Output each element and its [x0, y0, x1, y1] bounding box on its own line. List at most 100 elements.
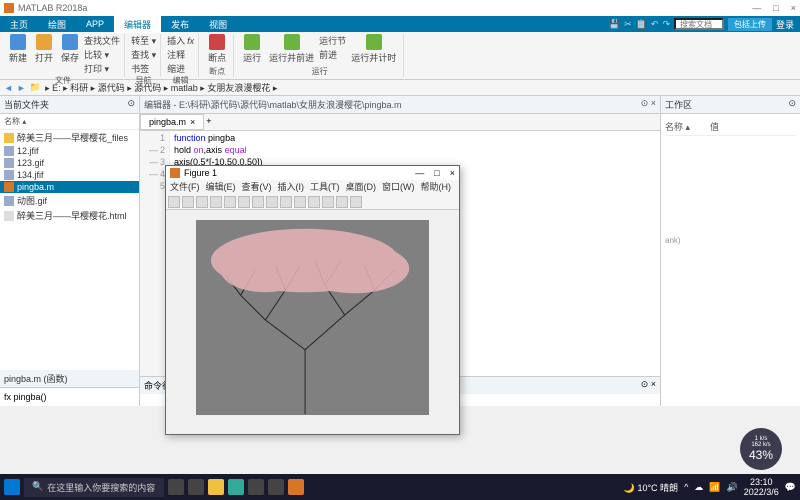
minimize-icon[interactable]: — — [752, 3, 761, 13]
explorer-icon[interactable] — [208, 479, 224, 495]
tray-cloud-icon[interactable]: ☁ — [694, 482, 703, 493]
tray-volume-icon[interactable]: 🔊 — [727, 482, 738, 493]
ws-menu-icon[interactable]: ⊙ — [788, 98, 796, 111]
clock-time[interactable]: 23:10 — [744, 477, 779, 487]
taskview-icon[interactable] — [188, 479, 204, 495]
print-fig-icon[interactable] — [210, 196, 222, 208]
function-name[interactable]: pingba() — [14, 392, 47, 402]
save-fig-icon[interactable] — [196, 196, 208, 208]
colorbar-icon[interactable] — [336, 196, 348, 208]
upload-button[interactable]: 包括上传 — [728, 18, 772, 31]
rotate-icon[interactable] — [280, 196, 292, 208]
advance-button[interactable]: 前进 — [319, 48, 346, 61]
pointer-icon[interactable] — [224, 196, 236, 208]
breakpoint-button[interactable]: 断点 — [205, 34, 229, 64]
tab-plot[interactable]: 绘图 — [38, 16, 76, 33]
zoomout-icon[interactable] — [252, 196, 264, 208]
qat-save-icon[interactable]: 💾 — [609, 19, 620, 30]
new-button[interactable]: 新建 — [6, 34, 30, 75]
ws-col-name[interactable]: 名称 ▴ — [665, 120, 690, 133]
qat-copy-icon[interactable]: 📋 — [636, 19, 647, 30]
insert-button[interactable]: 插入 — [167, 34, 185, 47]
app-icon[interactable] — [268, 479, 284, 495]
comment-button[interactable]: 注释 — [167, 48, 194, 61]
qat-redo-icon[interactable]: ↷ — [662, 19, 670, 30]
list-item[interactable]: 134.jfif — [0, 169, 139, 181]
battery-widget[interactable]: 1 k/s 162 k/s 43% — [740, 428, 782, 470]
tab-add-icon[interactable]: + — [204, 114, 213, 130]
bookmark-button[interactable]: 书签 — [131, 62, 156, 75]
menu-insert[interactable]: 插入(I) — [278, 180, 305, 194]
menu-window[interactable]: 窗口(W) — [382, 180, 415, 194]
app-icon[interactable] — [248, 479, 264, 495]
tab-home[interactable]: 主页 — [0, 16, 38, 33]
open-button[interactable]: 打开 — [32, 34, 56, 75]
list-item[interactable]: 动图.gif — [0, 193, 139, 208]
find-button[interactable]: 查找 ▾ — [131, 48, 156, 61]
new-fig-icon[interactable] — [168, 196, 180, 208]
save-button[interactable]: 保存 — [58, 34, 82, 75]
tab-app[interactable]: APP — [76, 17, 114, 31]
compare-button[interactable]: 比较 ▾ — [84, 48, 120, 61]
fig-close-icon[interactable]: × — [450, 168, 455, 178]
weather-widget[interactable]: 🌙 10°C 晴朗 — [624, 481, 678, 494]
indent-button[interactable]: 缩进 — [167, 62, 194, 75]
open-fig-icon[interactable] — [182, 196, 194, 208]
fig-minimize-icon[interactable]: — — [415, 168, 424, 178]
datacursor-icon[interactable] — [294, 196, 306, 208]
list-item[interactable]: 12.jfif — [0, 145, 139, 157]
tab-publish[interactable]: 发布 — [161, 16, 199, 33]
fig-maximize-icon[interactable]: □ — [434, 168, 439, 178]
cmd-menu-icon[interactable]: ⊙ × — [641, 379, 656, 392]
maximize-icon[interactable]: □ — [773, 3, 778, 13]
editor-tab[interactable]: pingba.m× — [140, 114, 204, 130]
edge-icon[interactable] — [228, 479, 244, 495]
list-item[interactable]: 醉美三月——早樱樱花_files — [0, 130, 139, 145]
search-input[interactable] — [674, 18, 724, 30]
matlab-task-icon[interactable] — [288, 479, 304, 495]
notification-icon[interactable]: 💬 — [785, 482, 796, 493]
menu-edit[interactable]: 编辑(E) — [206, 180, 236, 194]
menu-view[interactable]: 查看(V) — [242, 180, 272, 194]
panel-menu-icon[interactable]: ⊙ — [127, 98, 135, 111]
list-item[interactable]: 123.gif — [0, 157, 139, 169]
run-button[interactable]: 运行 — [240, 34, 264, 64]
login-link[interactable]: 登录 — [776, 18, 794, 31]
start-icon[interactable] — [4, 479, 20, 495]
brush-icon[interactable] — [308, 196, 320, 208]
cortana-icon[interactable] — [168, 479, 184, 495]
tab-close-icon[interactable]: × — [190, 117, 195, 127]
list-item[interactable]: 醉美三月——早樱樱花.html — [0, 208, 139, 223]
goto-button[interactable]: 转至 ▾ — [131, 34, 156, 47]
runsec-button[interactable]: 运行节 — [319, 34, 346, 47]
back-icon[interactable]: ◄ — [4, 83, 13, 93]
tray-wifi-icon[interactable]: 📶 — [709, 482, 720, 493]
menu-desktop[interactable]: 桌面(D) — [346, 180, 377, 194]
list-item[interactable]: pingba.m — [0, 181, 139, 193]
menu-help[interactable]: 帮助(H) — [421, 180, 452, 194]
print-button[interactable]: 打印 ▾ — [84, 62, 120, 75]
fwd-icon[interactable]: ► — [17, 83, 26, 93]
pan-icon[interactable] — [266, 196, 278, 208]
qat-cut-icon[interactable]: ✂ — [624, 19, 632, 30]
breadcrumb[interactable]: ▸ E: ▸ 科研 ▸ 源代码 ▸ 源代码 ▸ matlab ▸ 女朋友浪漫樱花… — [45, 81, 277, 94]
menu-tools[interactable]: 工具(T) — [310, 180, 340, 194]
col-name[interactable]: 名称 ▴ — [0, 114, 139, 130]
findfiles-button[interactable]: 查找文件 — [84, 34, 120, 47]
fx-icon[interactable]: fx — [187, 36, 194, 46]
menu-file[interactable]: 文件(F) — [170, 180, 200, 194]
tray-chevron-icon[interactable]: ^ — [684, 482, 688, 492]
clock-date[interactable]: 2022/3/6 — [744, 487, 779, 497]
taskbar-search[interactable]: 🔍在这里输入你要搜索的内容 — [24, 478, 164, 497]
close-icon[interactable]: × — [791, 3, 796, 13]
runstep-button[interactable]: 运行并前进 — [266, 34, 317, 64]
ws-col-value[interactable]: 值 — [710, 120, 719, 133]
tab-view[interactable]: 视图 — [199, 16, 237, 33]
folder-icon[interactable]: 📁 — [30, 82, 41, 93]
legend-icon[interactable] — [350, 196, 362, 208]
link-icon[interactable] — [322, 196, 334, 208]
figure-window[interactable]: Figure 1 —□× 文件(F) 编辑(E) 查看(V) 插入(I) 工具(… — [165, 165, 460, 435]
zoomin-icon[interactable] — [238, 196, 250, 208]
tab-editor[interactable]: 编辑器 — [114, 16, 161, 33]
runtime-button[interactable]: 运行并计时 — [348, 34, 399, 64]
